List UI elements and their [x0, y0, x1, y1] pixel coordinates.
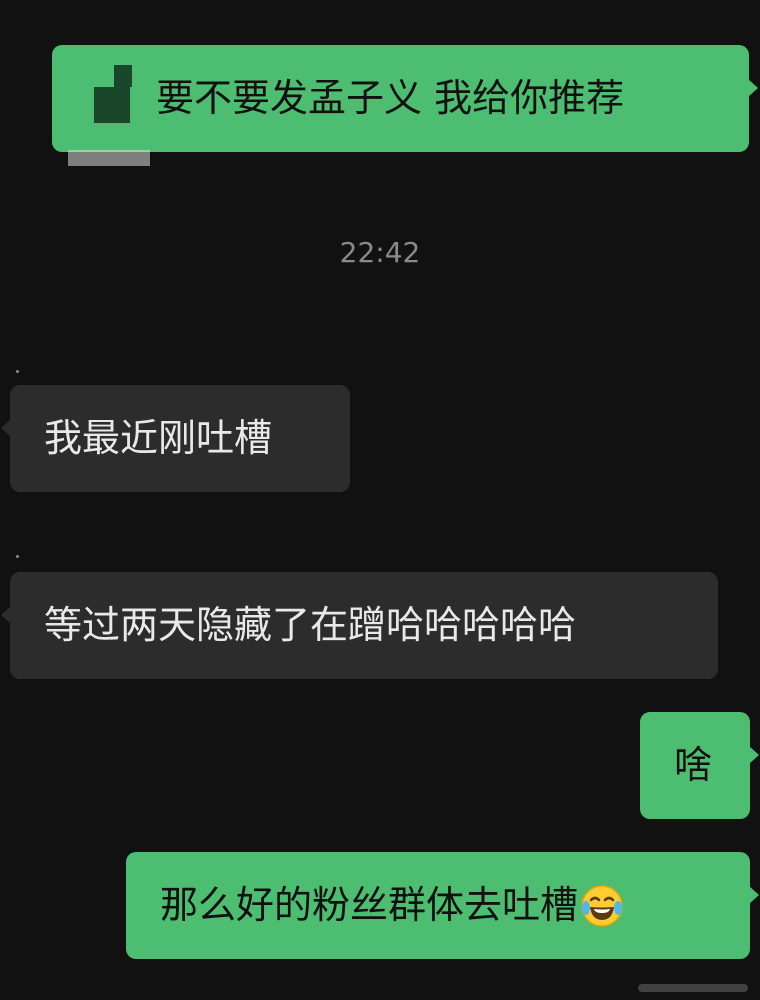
received-message-bubble[interactable]: 等过两天隐藏了在蹭哈哈哈哈哈 [1, 572, 718, 679]
message-text: 等过两天隐藏了在蹭哈哈哈哈哈 [44, 602, 577, 647]
avatar-placeholder [16, 555, 19, 558]
received-message-bubble[interactable]: 我最近刚吐槽 [1, 385, 350, 492]
avatar-placeholder [16, 370, 19, 373]
redacted-mosaic [114, 65, 132, 87]
message-text: 我最近刚吐槽 [44, 415, 273, 460]
redacted-mosaic [68, 150, 150, 166]
sent-message-bubble[interactable]: 那么好的粉丝群体去吐槽 [126, 852, 759, 959]
message-text: 啥 [674, 742, 713, 787]
sent-message-bubble[interactable]: 要不要发孟子义 我给你推荐 [52, 45, 758, 152]
message-text: 那么好的粉丝群体去吐槽 [160, 882, 579, 927]
tears-of-joy-emoji [580, 884, 624, 928]
message-text: 要不要发孟子义 我给你推荐 [156, 75, 625, 120]
sent-message-bubble[interactable]: 啥 [640, 712, 759, 819]
watermark-logo [638, 984, 748, 992]
redacted-mosaic [94, 87, 130, 123]
message-timestamp: 22:42 [339, 236, 421, 269]
